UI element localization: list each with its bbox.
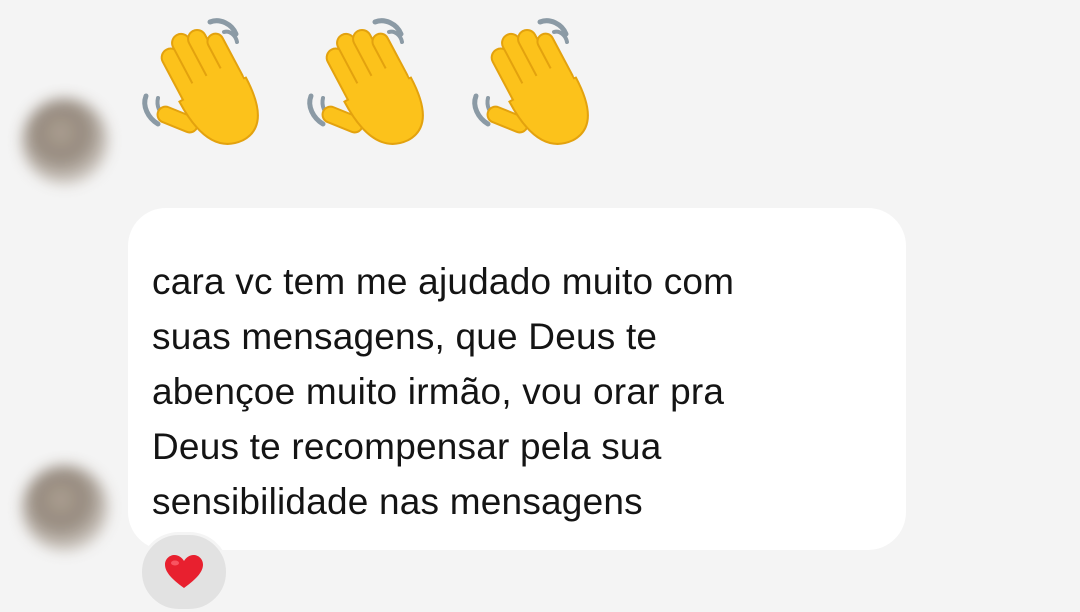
waving-hand-icon [470, 14, 610, 159]
message-text: cara vc tem me ajudado muito com suas me… [152, 261, 735, 522]
waving-hand-icon [140, 14, 280, 159]
sender-avatar[interactable] [22, 465, 108, 551]
waving-hand-icon [305, 14, 445, 159]
reaction-badge[interactable] [139, 532, 229, 612]
emoji-message[interactable] [140, 14, 620, 164]
message-bubble[interactable]: cara vc tem me ajudado muito com suas me… [128, 208, 906, 550]
sender-avatar[interactable] [22, 98, 108, 184]
red-heart-icon [165, 555, 203, 588]
